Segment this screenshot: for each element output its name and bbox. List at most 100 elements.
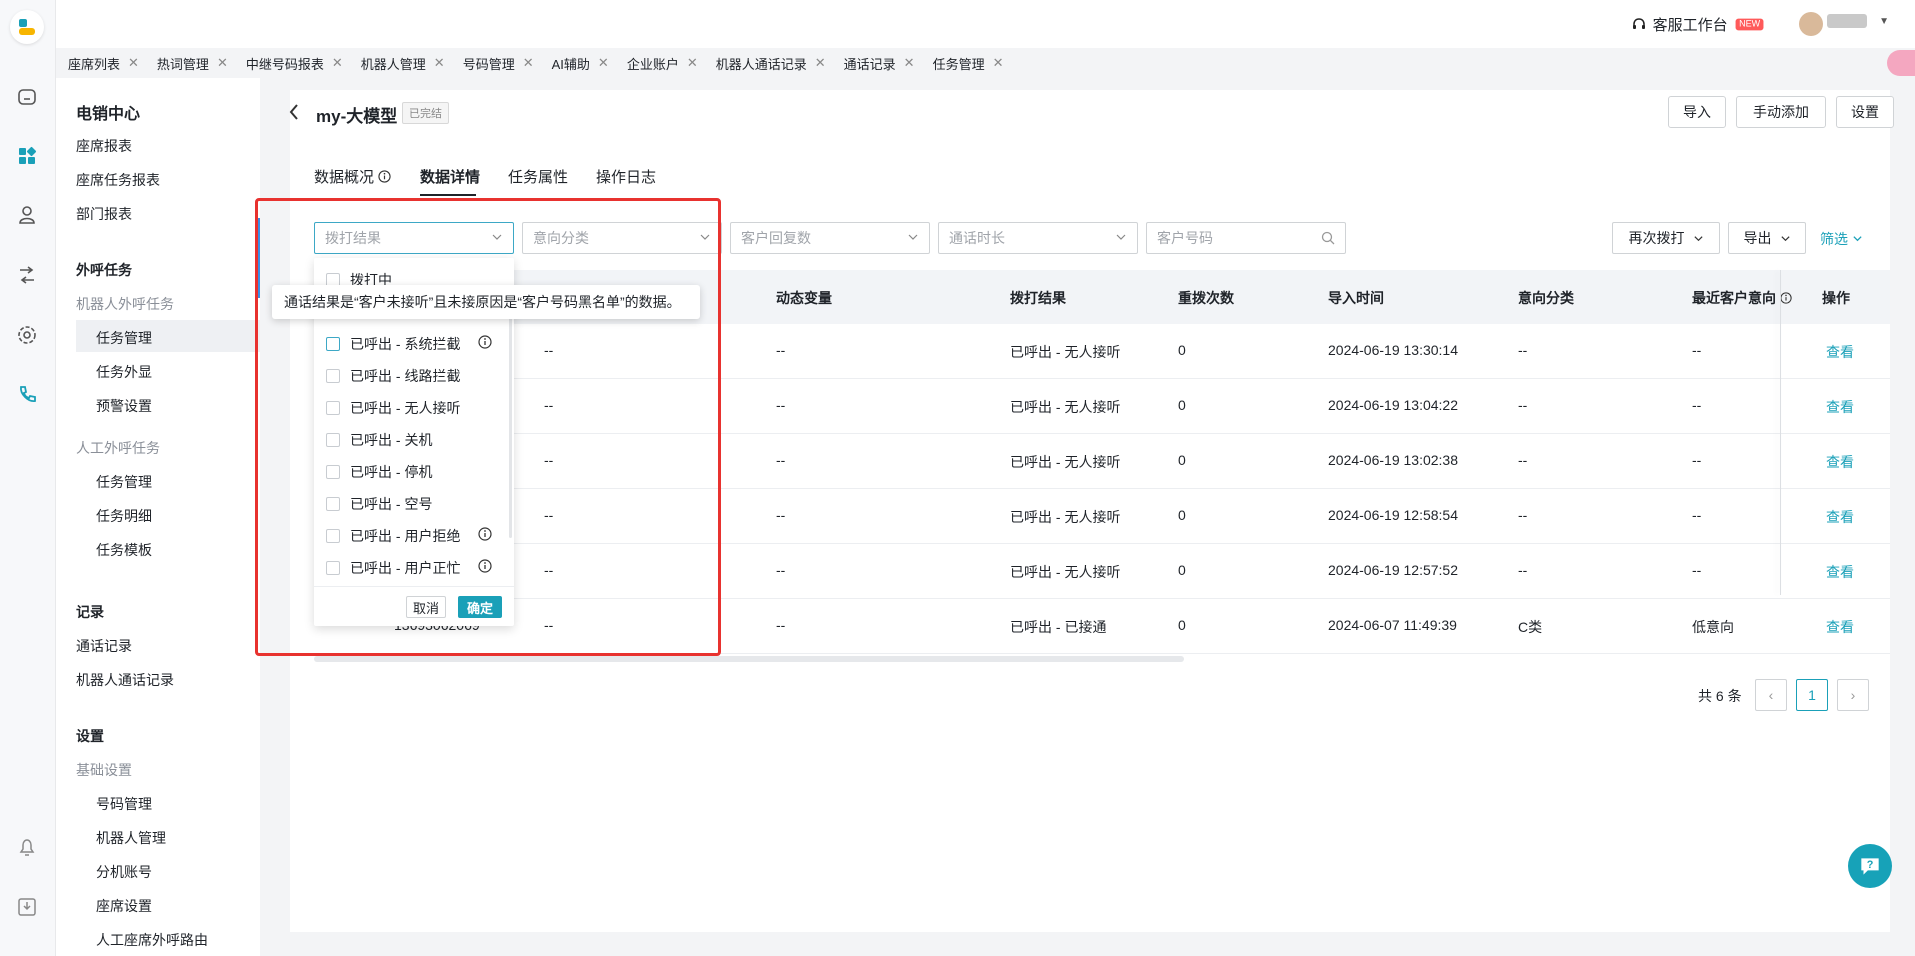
chevron-down-icon: [1693, 235, 1703, 241]
page-tab[interactable]: 机器人管理 ✕: [361, 54, 445, 73]
nav-item-extension-account[interactable]: 分机账号: [96, 862, 152, 882]
horizontal-scrollbar[interactable]: [314, 656, 1184, 662]
phone-icon[interactable]: [16, 384, 38, 406]
page-number[interactable]: 1: [1796, 679, 1828, 711]
nav-group-manual: 人工外呼任务: [76, 440, 160, 456]
tab-task-attributes[interactable]: 任务属性: [508, 166, 568, 187]
highlight-box: [255, 198, 721, 656]
col-header-intent: 意向分类: [1518, 290, 1574, 306]
tab-operation-log[interactable]: 操作日志: [596, 166, 656, 187]
caret-down-icon[interactable]: ▼: [1879, 16, 1889, 27]
nav-item-alert-settings[interactable]: 预警设置: [96, 396, 152, 416]
back-arrow-icon[interactable]: [288, 102, 300, 127]
bell-icon[interactable]: [16, 836, 38, 858]
export-button[interactable]: 导出: [1728, 222, 1806, 254]
col-header-import-time: 导入时间: [1328, 290, 1384, 306]
duration-select[interactable]: 通话时长: [938, 222, 1138, 254]
close-icon[interactable]: ✕: [904, 55, 915, 71]
user-icon[interactable]: [16, 204, 38, 226]
close-icon[interactable]: ✕: [434, 55, 445, 71]
nav-item-number-manage[interactable]: 号码管理: [96, 794, 152, 814]
dashboard-icon[interactable]: [16, 145, 38, 167]
page-tab[interactable]: 座席列表 ✕: [68, 54, 139, 73]
workspace-link[interactable]: 客服工作台 NEW: [1631, 14, 1765, 35]
nav-item-task-detail[interactable]: 任务明细: [96, 506, 152, 526]
active-tab-indicator: [420, 194, 476, 196]
icon-rail: [0, 0, 56, 956]
nav-item-call-records[interactable]: 通话记录: [76, 636, 132, 656]
info-icon: [1780, 292, 1792, 304]
page-tab[interactable]: AI辅助 ✕: [552, 54, 609, 73]
route-icon[interactable]: [16, 264, 38, 286]
search-icon: [1321, 231, 1335, 245]
page-tab[interactable]: 号码管理 ✕: [463, 54, 534, 73]
reply-count-select[interactable]: 客户回复数: [730, 222, 930, 254]
tab-data-detail[interactable]: 数据详情: [420, 166, 480, 187]
nav-item-robot-display[interactable]: 任务外显: [96, 362, 152, 382]
col-header-redial-count: 重拨次数: [1178, 290, 1234, 306]
nav-item-robot-manage[interactable]: 机器人管理: [96, 828, 166, 848]
next-page-button[interactable]: ›: [1837, 679, 1869, 711]
chat-help-button[interactable]: ?: [1848, 844, 1892, 888]
view-link[interactable]: 查看: [1826, 452, 1854, 472]
manual-add-button[interactable]: 手动添加: [1736, 96, 1826, 128]
chevron-down-icon: [1116, 234, 1126, 240]
chat-icon: ?: [1861, 858, 1879, 875]
nav-title: 电销中心: [76, 106, 141, 123]
view-link[interactable]: 查看: [1826, 617, 1854, 637]
close-icon[interactable]: ✕: [815, 55, 826, 71]
nav-item-seat-task-report[interactable]: 座席任务报表: [76, 170, 160, 190]
filter-toggle-link[interactable]: 筛选: [1820, 229, 1863, 249]
user-name-redacted[interactable]: [1827, 14, 1867, 28]
nav-section-settings: 设置: [76, 728, 104, 744]
nav-item-dept-report[interactable]: 部门报表: [76, 204, 132, 224]
home-icon[interactable]: [16, 86, 38, 108]
close-icon[interactable]: ✕: [128, 55, 139, 71]
close-icon[interactable]: ✕: [993, 55, 1004, 71]
chevron-down-icon: [908, 234, 918, 240]
col-header-dynamic-var: 动态变量: [776, 290, 832, 306]
nav-item-seat-settings[interactable]: 座席设置: [96, 896, 152, 916]
app-logo[interactable]: [10, 10, 44, 44]
prev-page-button[interactable]: ‹: [1755, 679, 1787, 711]
page-tab[interactable]: 通话记录 ✕: [844, 54, 915, 73]
tab-data-overview[interactable]: 数据概况: [314, 166, 391, 187]
view-link[interactable]: 查看: [1826, 397, 1854, 417]
nav-item-seat-report[interactable]: 座席报表: [76, 136, 132, 156]
close-icon[interactable]: ✕: [217, 55, 228, 71]
view-link[interactable]: 查看: [1826, 562, 1854, 582]
nav-item-robot-task-manage[interactable]: 任务管理: [96, 328, 152, 348]
view-link[interactable]: 查看: [1826, 507, 1854, 527]
translate-icon[interactable]: [1887, 50, 1915, 76]
top-bar: 客服工作台 NEW ▼: [56, 0, 1915, 48]
settings-icon[interactable]: [16, 324, 38, 346]
page-title: my-大模型: [316, 107, 398, 126]
nav-item-manual-route[interactable]: 人工座席外呼路由: [96, 930, 208, 950]
col-header-recent-intent: 最近客户意向: [1692, 288, 1792, 308]
status-badge: 已完结: [402, 102, 449, 124]
total-count: 共 6 条: [1698, 688, 1742, 704]
settings-button[interactable]: 设置: [1836, 96, 1894, 128]
page-tab[interactable]: 企业账户 ✕: [627, 54, 698, 73]
avatar[interactable]: [1799, 12, 1823, 36]
nav-item-task-template[interactable]: 任务模板: [96, 540, 152, 560]
view-link[interactable]: 查看: [1826, 342, 1854, 362]
nav-item-manual-task-manage[interactable]: 任务管理: [96, 472, 152, 492]
nav-item-robot-call-records[interactable]: 机器人通话记录: [76, 670, 174, 690]
import-button[interactable]: 导入: [1668, 96, 1726, 128]
info-icon: [378, 170, 391, 183]
close-icon[interactable]: ✕: [523, 55, 534, 71]
close-icon[interactable]: ✕: [687, 55, 698, 71]
page-tab[interactable]: 热词管理 ✕: [157, 54, 228, 73]
svg-text:?: ?: [1867, 859, 1874, 871]
close-icon[interactable]: ✕: [598, 55, 609, 71]
redial-button[interactable]: 再次拨打: [1612, 222, 1720, 254]
download-icon[interactable]: [16, 896, 38, 918]
page-tab[interactable]: 中继号码报表 ✕: [246, 54, 343, 73]
phone-search-input[interactable]: 客户号码: [1146, 222, 1346, 254]
page-tab[interactable]: 任务管理 ✕: [933, 54, 1004, 73]
new-badge: NEW: [1735, 18, 1764, 31]
page-tab[interactable]: 机器人通话记录 ✕: [716, 54, 826, 73]
workspace-label: 客服工作台: [1652, 17, 1728, 34]
close-icon[interactable]: ✕: [332, 55, 343, 71]
